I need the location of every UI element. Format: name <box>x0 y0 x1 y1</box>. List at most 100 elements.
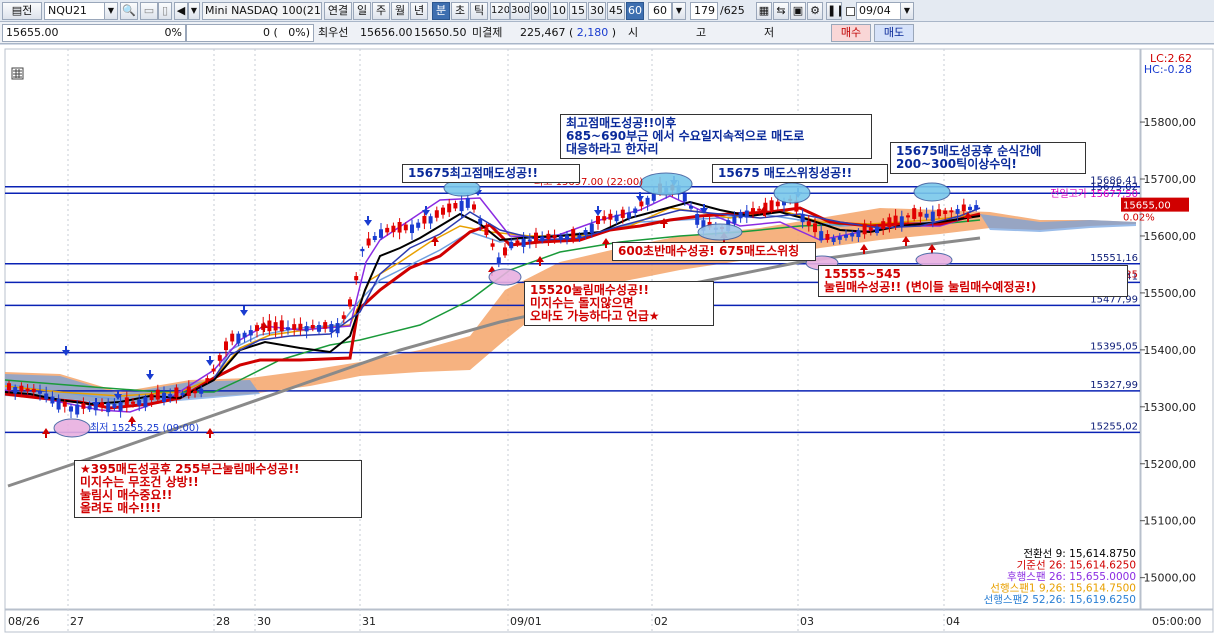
candle-body-124 <box>775 201 780 207</box>
period-button-tick[interactable]: 틱 <box>470 2 488 20</box>
interval-button-15[interactable]: 15 <box>569 2 587 20</box>
candle-body-90 <box>565 235 569 240</box>
annotation-note-6[interactable]: 15675 매도스위칭성공!! <box>712 164 888 183</box>
annotation-note-5[interactable]: 600초반매수성공! 675매도스위칭 <box>612 242 816 261</box>
period-button-year[interactable]: 년 <box>410 2 428 20</box>
candle-body-65 <box>410 224 414 234</box>
candle-body-23 <box>149 394 154 401</box>
candle-body-36 <box>230 333 235 342</box>
candle-body-80 <box>503 247 507 256</box>
interval-button-30[interactable]: 30 <box>588 2 606 20</box>
candle-body-54 <box>341 315 346 319</box>
candle-body-45 <box>286 327 290 330</box>
period-button-month[interactable]: 월 <box>391 2 409 20</box>
candle-body-150 <box>937 209 941 217</box>
candle-body-30 <box>193 390 197 394</box>
interval-button-300[interactable]: 300 <box>510 2 530 20</box>
count-total-label: /625 <box>720 4 745 17</box>
prev-high-label: 전일고가 15677,50 <box>1050 188 1138 200</box>
period-value-input[interactable]: 60 <box>648 2 672 20</box>
candle-body-119 <box>744 210 749 218</box>
candle-body-154 <box>961 204 966 212</box>
period-button-day[interactable]: 일 <box>353 2 371 20</box>
annotation-note-8[interactable]: 15555~545 눌림매수성공!! (변이들 눌림매수예정공!) <box>818 265 1128 297</box>
candle-body-2 <box>19 385 24 392</box>
candle-body-17 <box>112 403 117 408</box>
candle-body-87 <box>546 233 551 240</box>
best-ask-value: 15656.00 <box>360 26 412 39</box>
annotation-note-4[interactable]: 최고점매도성공!!이후 685~690부근 에서 수요일지속적으로 매도로 대응… <box>560 114 872 159</box>
interval-button-90[interactable]: 90 <box>531 2 549 20</box>
candle-body-43 <box>273 322 278 331</box>
annotation-note-7[interactable]: 15675매도성공후 순식간에 200~300틱이상수익! <box>890 142 1086 174</box>
candle-body-141 <box>881 221 886 230</box>
date-input[interactable]: 09/04 <box>856 2 902 20</box>
candle-body-92 <box>577 235 582 239</box>
settings-small-icon[interactable]: ▯ <box>158 2 172 20</box>
period-button-minute[interactable]: 분 <box>432 2 450 20</box>
candle-body-61 <box>385 227 390 233</box>
candle-body-22 <box>143 396 148 408</box>
candle-body-84 <box>527 239 532 242</box>
annotation-note-1[interactable]: ★395매도성공후 255부근눌림매수성공!! 미지수는 무조건 상방!! 눌림… <box>74 460 362 518</box>
legend-item-4: 선행스팬2 52,26: 15,619.6250 <box>984 594 1136 606</box>
date-dropdown-icon[interactable]: ▼ <box>900 2 914 20</box>
candle-body-82 <box>515 240 520 244</box>
market-select-button[interactable]: ▤전 <box>2 2 42 20</box>
candle-body-38 <box>242 332 247 338</box>
time-axis-label-1: 27 <box>70 615 84 628</box>
pause-icon[interactable]: ❚❚ <box>826 2 842 20</box>
open-label: 시 <box>628 26 639 39</box>
legend-item-0: 전환선 9: 15,614.8750 <box>1023 548 1136 560</box>
candle-body-137 <box>856 230 861 238</box>
interval-button-60[interactable]: 60 <box>626 2 644 20</box>
tool-icon[interactable]: ⇆ <box>773 2 789 20</box>
price-axis-label-7: 15100,00 <box>1144 515 1197 528</box>
candle-body-12 <box>81 403 86 409</box>
candle-body-103 <box>645 197 650 205</box>
candle-body-29 <box>186 386 191 396</box>
search-icon[interactable]: 🔍 <box>120 2 138 20</box>
candle-body-55 <box>348 299 352 307</box>
candle-body-71 <box>447 203 452 213</box>
period-button-연결[interactable]: 연결 <box>324 2 352 20</box>
grid-icon[interactable]: ▦ <box>756 2 772 20</box>
product-name-field: Mini NASDAQ 100(21.0 <box>202 2 322 20</box>
interval-button-45[interactable]: 45 <box>607 2 625 20</box>
interval-button-120[interactable]: 120 <box>490 2 510 20</box>
candle-body-148 <box>924 213 929 218</box>
candle-body-47 <box>298 323 303 330</box>
candle-body-136 <box>850 233 855 237</box>
candle-body-133 <box>831 237 836 243</box>
legend-item-1: 기준선 26: 15,614.6250 <box>1017 560 1136 572</box>
time-axis-label-4: 31 <box>362 615 376 628</box>
candle-body-149 <box>930 211 935 222</box>
period-button-second[interactable]: 초 <box>451 2 469 20</box>
speaker-icon[interactable]: ◀ <box>174 2 188 20</box>
gear-icon[interactable]: ⚙ <box>807 2 823 20</box>
low-label: 저 <box>764 26 775 39</box>
period-dropdown-icon[interactable]: ▼ <box>672 2 686 20</box>
symbol-dropdown-icon[interactable]: ▼ <box>104 2 118 20</box>
best-price-label: 최우선 <box>318 26 349 39</box>
candle-body-95 <box>596 215 600 225</box>
annotation-note-3[interactable]: 15675최고점매도성공!! <box>402 164 580 183</box>
candle-body-0 <box>7 383 11 391</box>
candle-body-28 <box>180 393 185 396</box>
candle-body-60 <box>379 229 383 238</box>
period-button-week[interactable]: 주 <box>372 2 390 20</box>
save-icon[interactable]: ▣ <box>790 2 806 20</box>
candle-body-120 <box>751 208 755 213</box>
open-interest-label: 미결제 <box>472 26 503 39</box>
buy-button[interactable]: 매수 <box>831 24 871 42</box>
candle-body-129 <box>806 221 811 226</box>
interval-button-10[interactable]: 10 <box>550 2 568 20</box>
chart-link-icon[interactable]: ▭ <box>140 2 158 20</box>
annotation-note-2[interactable]: 15520눌림매수성공!! 미지수는 돌지않으면 오바도 가능하다고 언급★ <box>524 281 714 326</box>
speaker-dropdown-icon[interactable]: ▼ <box>188 2 200 20</box>
candle-body-130 <box>813 223 817 233</box>
candle-body-88 <box>552 234 557 239</box>
current-pct-label: 0.02% <box>1123 213 1155 224</box>
count-input[interactable]: 179 <box>690 2 718 20</box>
sell-button[interactable]: 매도 <box>874 24 914 42</box>
